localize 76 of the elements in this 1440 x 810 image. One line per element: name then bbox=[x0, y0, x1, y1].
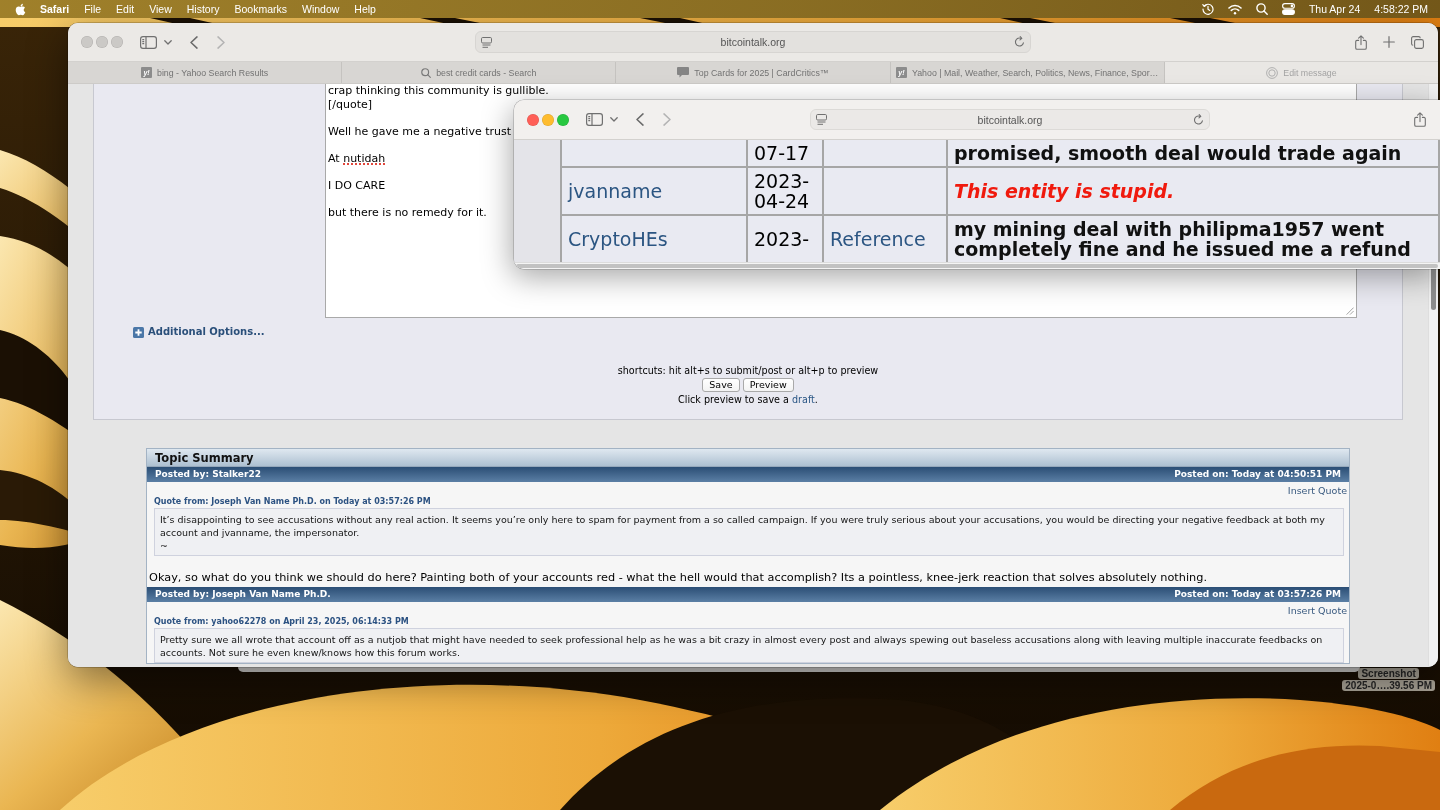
chevron-down-icon[interactable] bbox=[610, 117, 618, 122]
browser-tab[interactable]: best credit cards - Search bbox=[341, 62, 616, 83]
message-paragraph: but there is no remedy for it. bbox=[328, 205, 487, 219]
scrollbar-thumb[interactable] bbox=[1431, 266, 1436, 310]
page-menu-icon[interactable] bbox=[481, 36, 492, 48]
draft-note: Click preview to save a draft. bbox=[678, 394, 818, 405]
posted-on-label: Posted on: Today at 03:57:26 PM bbox=[1174, 589, 1341, 600]
topic-summary-title: Topic Summary bbox=[147, 449, 1349, 467]
wifi-icon[interactable] bbox=[1227, 3, 1242, 15]
reference-link[interactable]: Reference bbox=[830, 228, 926, 250]
browser-tab[interactable]: Top Cards for 2025 | CardCritics™ bbox=[615, 62, 890, 83]
sidebar-icon[interactable] bbox=[140, 35, 157, 49]
chevron-down-icon[interactable] bbox=[164, 39, 172, 45]
username-link[interactable]: jvanname bbox=[568, 180, 663, 202]
clock-arrow-icon[interactable] bbox=[1201, 3, 1214, 15]
feedback-comment-cell: This entity is stupid. bbox=[947, 167, 1439, 215]
insert-quote-link[interactable]: Insert Quote bbox=[1287, 605, 1347, 616]
quote-source-link[interactable]: Quote from: yahoo62278 on April 23, 2025, 06:14:33 PM bbox=[154, 616, 409, 627]
quote-source-link[interactable]: Quote from: Joseph Van Name Ph.D. on Today at 03:57:26 PM bbox=[154, 496, 431, 507]
address-field[interactable]: bitcointalk.org bbox=[810, 109, 1210, 130]
page-menu-icon[interactable] bbox=[816, 114, 827, 125]
sidebar-icon[interactable] bbox=[586, 113, 603, 126]
page-placeholder-icon bbox=[1266, 66, 1279, 79]
address-field[interactable]: bitcointalk.org bbox=[475, 31, 1031, 53]
menu-item[interactable]: History bbox=[186, 2, 220, 16]
date-cell: 2023-04-24 bbox=[747, 167, 823, 215]
reload-icon[interactable] bbox=[1014, 36, 1025, 48]
menu-bar-date: Thu Apr 24 bbox=[1308, 2, 1361, 16]
message-paragraph: crap thinking this community is gullible. [/quote] bbox=[328, 84, 549, 111]
menu-bar-time: 4:58:22 PM bbox=[1374, 2, 1428, 16]
message-paragraph: At nutidah bbox=[328, 151, 386, 165]
tab-overview-icon[interactable] bbox=[1411, 35, 1424, 49]
file-name-label[interactable]: Screenshot bbox=[1358, 668, 1419, 679]
save-button[interactable]: Save bbox=[702, 378, 740, 392]
back-icon[interactable] bbox=[190, 35, 198, 49]
window-zoom-button[interactable] bbox=[557, 113, 569, 126]
posted-by-label: Posted by: Stalker22 bbox=[155, 469, 261, 480]
menu-item[interactable]: Window bbox=[301, 2, 340, 16]
share-icon[interactable] bbox=[1414, 112, 1426, 127]
feedback-comment-cell: promised, smooth deal would trade again bbox=[947, 140, 1439, 167]
plus-square-icon bbox=[133, 326, 144, 338]
post-text: Okay, so what do you think we should do here? Painting both of your accounts red - what the hell would that accomplish? Its a pointless, knee-jerk reaction that solves absolutely nothing. bbox=[149, 571, 1207, 585]
menu-item[interactable]: Bookmarks bbox=[234, 2, 287, 16]
username-link[interactable]: CryptoHEs bbox=[568, 228, 668, 250]
new-tab-icon[interactable] bbox=[1383, 36, 1395, 48]
posted-on-label: Posted on: Today at 04:50:51 PM bbox=[1174, 469, 1341, 480]
additional-options-link[interactable]: Additional Options... bbox=[133, 326, 265, 338]
window-close-button[interactable] bbox=[527, 113, 539, 126]
menu-item[interactable]: File bbox=[84, 2, 102, 16]
search-icon[interactable] bbox=[1255, 3, 1268, 15]
share-icon[interactable] bbox=[1355, 34, 1367, 50]
app-menu[interactable]: Safari bbox=[40, 2, 70, 16]
draft-link[interactable]: draft bbox=[791, 394, 815, 405]
apple-logo-icon[interactable] bbox=[15, 2, 26, 16]
file-name-label[interactable]: 2025-0….39.56 PM bbox=[1342, 680, 1435, 691]
message-paragraph: I DO CARE bbox=[328, 178, 386, 192]
menu-item[interactable]: Help bbox=[354, 2, 376, 16]
date-cell: 2023- bbox=[747, 215, 823, 262]
quote-block: It’s disappointing to see accusations without any real action. It seems you’re only here to spam for payment from a so called campaign. If you were truly serious about your accusations, you would be directing your negative feedback at both my account and jvanname, the impersonator. ~ bbox=[154, 508, 1344, 556]
menu-item[interactable]: Edit bbox=[116, 2, 135, 16]
search-icon[interactable] bbox=[421, 67, 432, 78]
feedback-comment-cell: my mining deal with philipma1957 went completely fine and he issued me a refund bbox=[947, 215, 1439, 262]
quote-block: Pretty sure we all wrote that account off as a nutjob that might have needed to seek professional help as he was a bit crazy in almost every post and always spewing out baseless accusations along with leaving multiple inaccurate feedbacks on accounts. Not sure he even knew/knows how this forum works. bbox=[154, 628, 1344, 663]
date-cell: 07-17 bbox=[747, 140, 823, 167]
control-center-icon[interactable] bbox=[1281, 3, 1295, 15]
message-paragraph: Well he gave me a negative trust bbox=[328, 124, 511, 138]
reload-icon[interactable] bbox=[1193, 113, 1204, 126]
shortcuts-hint: shortcuts: hit alt+s to submit/post or alt+p to preview bbox=[617, 365, 879, 376]
resize-handle-icon[interactable] bbox=[1346, 307, 1354, 315]
chat-bubble-icon bbox=[677, 67, 690, 78]
misspelled-word: nutidah bbox=[343, 151, 386, 165]
insert-quote-link[interactable]: Insert Quote bbox=[1287, 485, 1347, 496]
preview-button[interactable]: Preview bbox=[742, 378, 794, 392]
posted-by-label: Posted by: Joseph Van Name Ph.D. bbox=[155, 589, 331, 600]
menu-item[interactable]: View bbox=[149, 2, 172, 16]
back-icon[interactable] bbox=[636, 113, 644, 126]
